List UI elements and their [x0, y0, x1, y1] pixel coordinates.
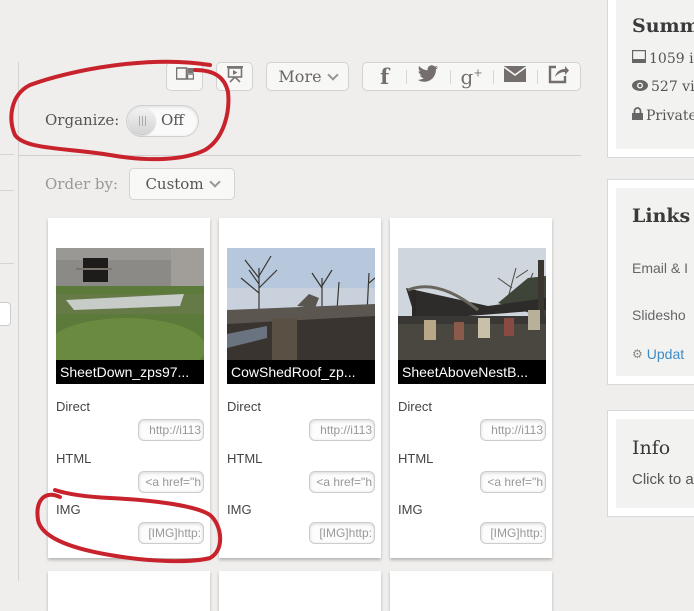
eye-icon [632, 79, 648, 95]
media-caption: SheetAboveNestB... [398, 360, 546, 384]
direct-link-input[interactable] [138, 419, 204, 441]
direct-link-input[interactable] [480, 419, 546, 441]
facebook-icon: f [380, 64, 390, 89]
update-label: Updat [646, 346, 685, 362]
twitter-share-button[interactable] [406, 63, 449, 90]
google-plus-icon: g+ [460, 64, 483, 89]
img-link-label: IMG [56, 502, 81, 517]
more-label: More [278, 67, 322, 86]
view-toggle-button[interactable] [166, 62, 203, 91]
links-panel: Links Email & I Slidesho ⚙ Updat [607, 179, 694, 385]
html-link-label: HTML [227, 451, 263, 466]
media-thumbnail[interactable]: SheetAboveNestB... [398, 248, 546, 384]
order-by-select[interactable]: Custom [129, 168, 235, 200]
share-button-group: f g+ [362, 62, 581, 91]
toggle-knob-grip-icon [129, 108, 155, 134]
summary-panel: Summ 1059 i 527 vi Private [607, 0, 694, 158]
html-link-label: HTML [56, 451, 92, 466]
media-caption: CowShedRoof_zp... [227, 360, 375, 384]
html-link-label: HTML [398, 451, 434, 466]
html-link-input[interactable] [309, 471, 375, 493]
left-stub-line [0, 263, 14, 264]
direct-link-label: Direct [398, 399, 432, 414]
media-card [390, 571, 552, 611]
media-card: SheetAboveNestB... Direct HTML IMG [390, 218, 552, 558]
image-count-row: 1059 i [631, 49, 694, 67]
chevron-down-icon [326, 68, 339, 81]
info-hint[interactable]: Click to a [632, 471, 694, 488]
info-title: Info [632, 437, 671, 459]
direct-link-input[interactable] [309, 419, 375, 441]
split-view-icon [175, 67, 194, 86]
html-link-input[interactable] [138, 471, 204, 493]
twitter-icon [417, 64, 439, 89]
view-count-row: 527 vi [632, 79, 694, 95]
view-count: 527 vi [651, 79, 694, 95]
media-card: SheetDown_zps97... Direct HTML IMG [48, 218, 210, 558]
html-link-input[interactable] [480, 471, 546, 493]
slideshow-button[interactable] [216, 62, 253, 91]
share-link-button[interactable] [536, 63, 580, 90]
left-stub-input[interactable] [0, 302, 11, 326]
summary-title: Summ [632, 15, 694, 37]
google-plus-share-button[interactable]: g+ [449, 63, 493, 90]
facebook-share-button[interactable]: f [363, 63, 406, 90]
image-count: 1059 i [649, 50, 694, 67]
envelope-icon [503, 65, 527, 88]
section-divider [18, 155, 581, 156]
email-link[interactable]: Email & I [632, 260, 688, 276]
img-link-input[interactable] [480, 522, 546, 544]
lock-icon [632, 107, 643, 124]
direct-link-label: Direct [227, 399, 261, 414]
more-dropdown-button[interactable]: More [266, 62, 349, 91]
img-link-label: IMG [227, 502, 252, 517]
left-rail-divider [18, 62, 19, 581]
media-card [48, 571, 210, 611]
slideshow-icon [226, 65, 244, 88]
organize-toggle-state: Off [161, 111, 184, 129]
order-by-value: Custom [145, 175, 204, 193]
privacy-row: Private [632, 107, 694, 124]
media-thumbnail[interactable]: SheetDown_zps97... [56, 248, 204, 384]
share-arrow-icon [547, 64, 570, 90]
media-caption: SheetDown_zps97... [56, 360, 204, 384]
organize-label: Organize: [45, 111, 120, 129]
email-share-button[interactable] [493, 63, 536, 90]
media-thumbnail[interactable]: CowShedRoof_zp... [227, 248, 375, 384]
left-stub-line [0, 154, 14, 155]
left-stub-line [0, 190, 14, 191]
organize-toggle[interactable]: Off [126, 105, 199, 137]
img-link-label: IMG [398, 502, 423, 517]
slideshow-link[interactable]: Slidesho [632, 307, 686, 323]
image-icon [631, 49, 647, 67]
img-link-input[interactable] [309, 522, 375, 544]
order-by-label: Order by: [45, 175, 119, 193]
gear-icon: ⚙ [632, 347, 643, 361]
links-title: Links [632, 205, 691, 227]
update-link[interactable]: ⚙ Updat [632, 346, 684, 362]
privacy-status: Private [646, 107, 694, 124]
chevron-down-icon [208, 176, 221, 188]
img-link-input[interactable] [138, 522, 204, 544]
info-panel: Info Click to a [607, 410, 694, 517]
media-card: CowShedRoof_zp... Direct HTML IMG [219, 218, 381, 558]
media-card [219, 571, 381, 611]
direct-link-label: Direct [56, 399, 90, 414]
